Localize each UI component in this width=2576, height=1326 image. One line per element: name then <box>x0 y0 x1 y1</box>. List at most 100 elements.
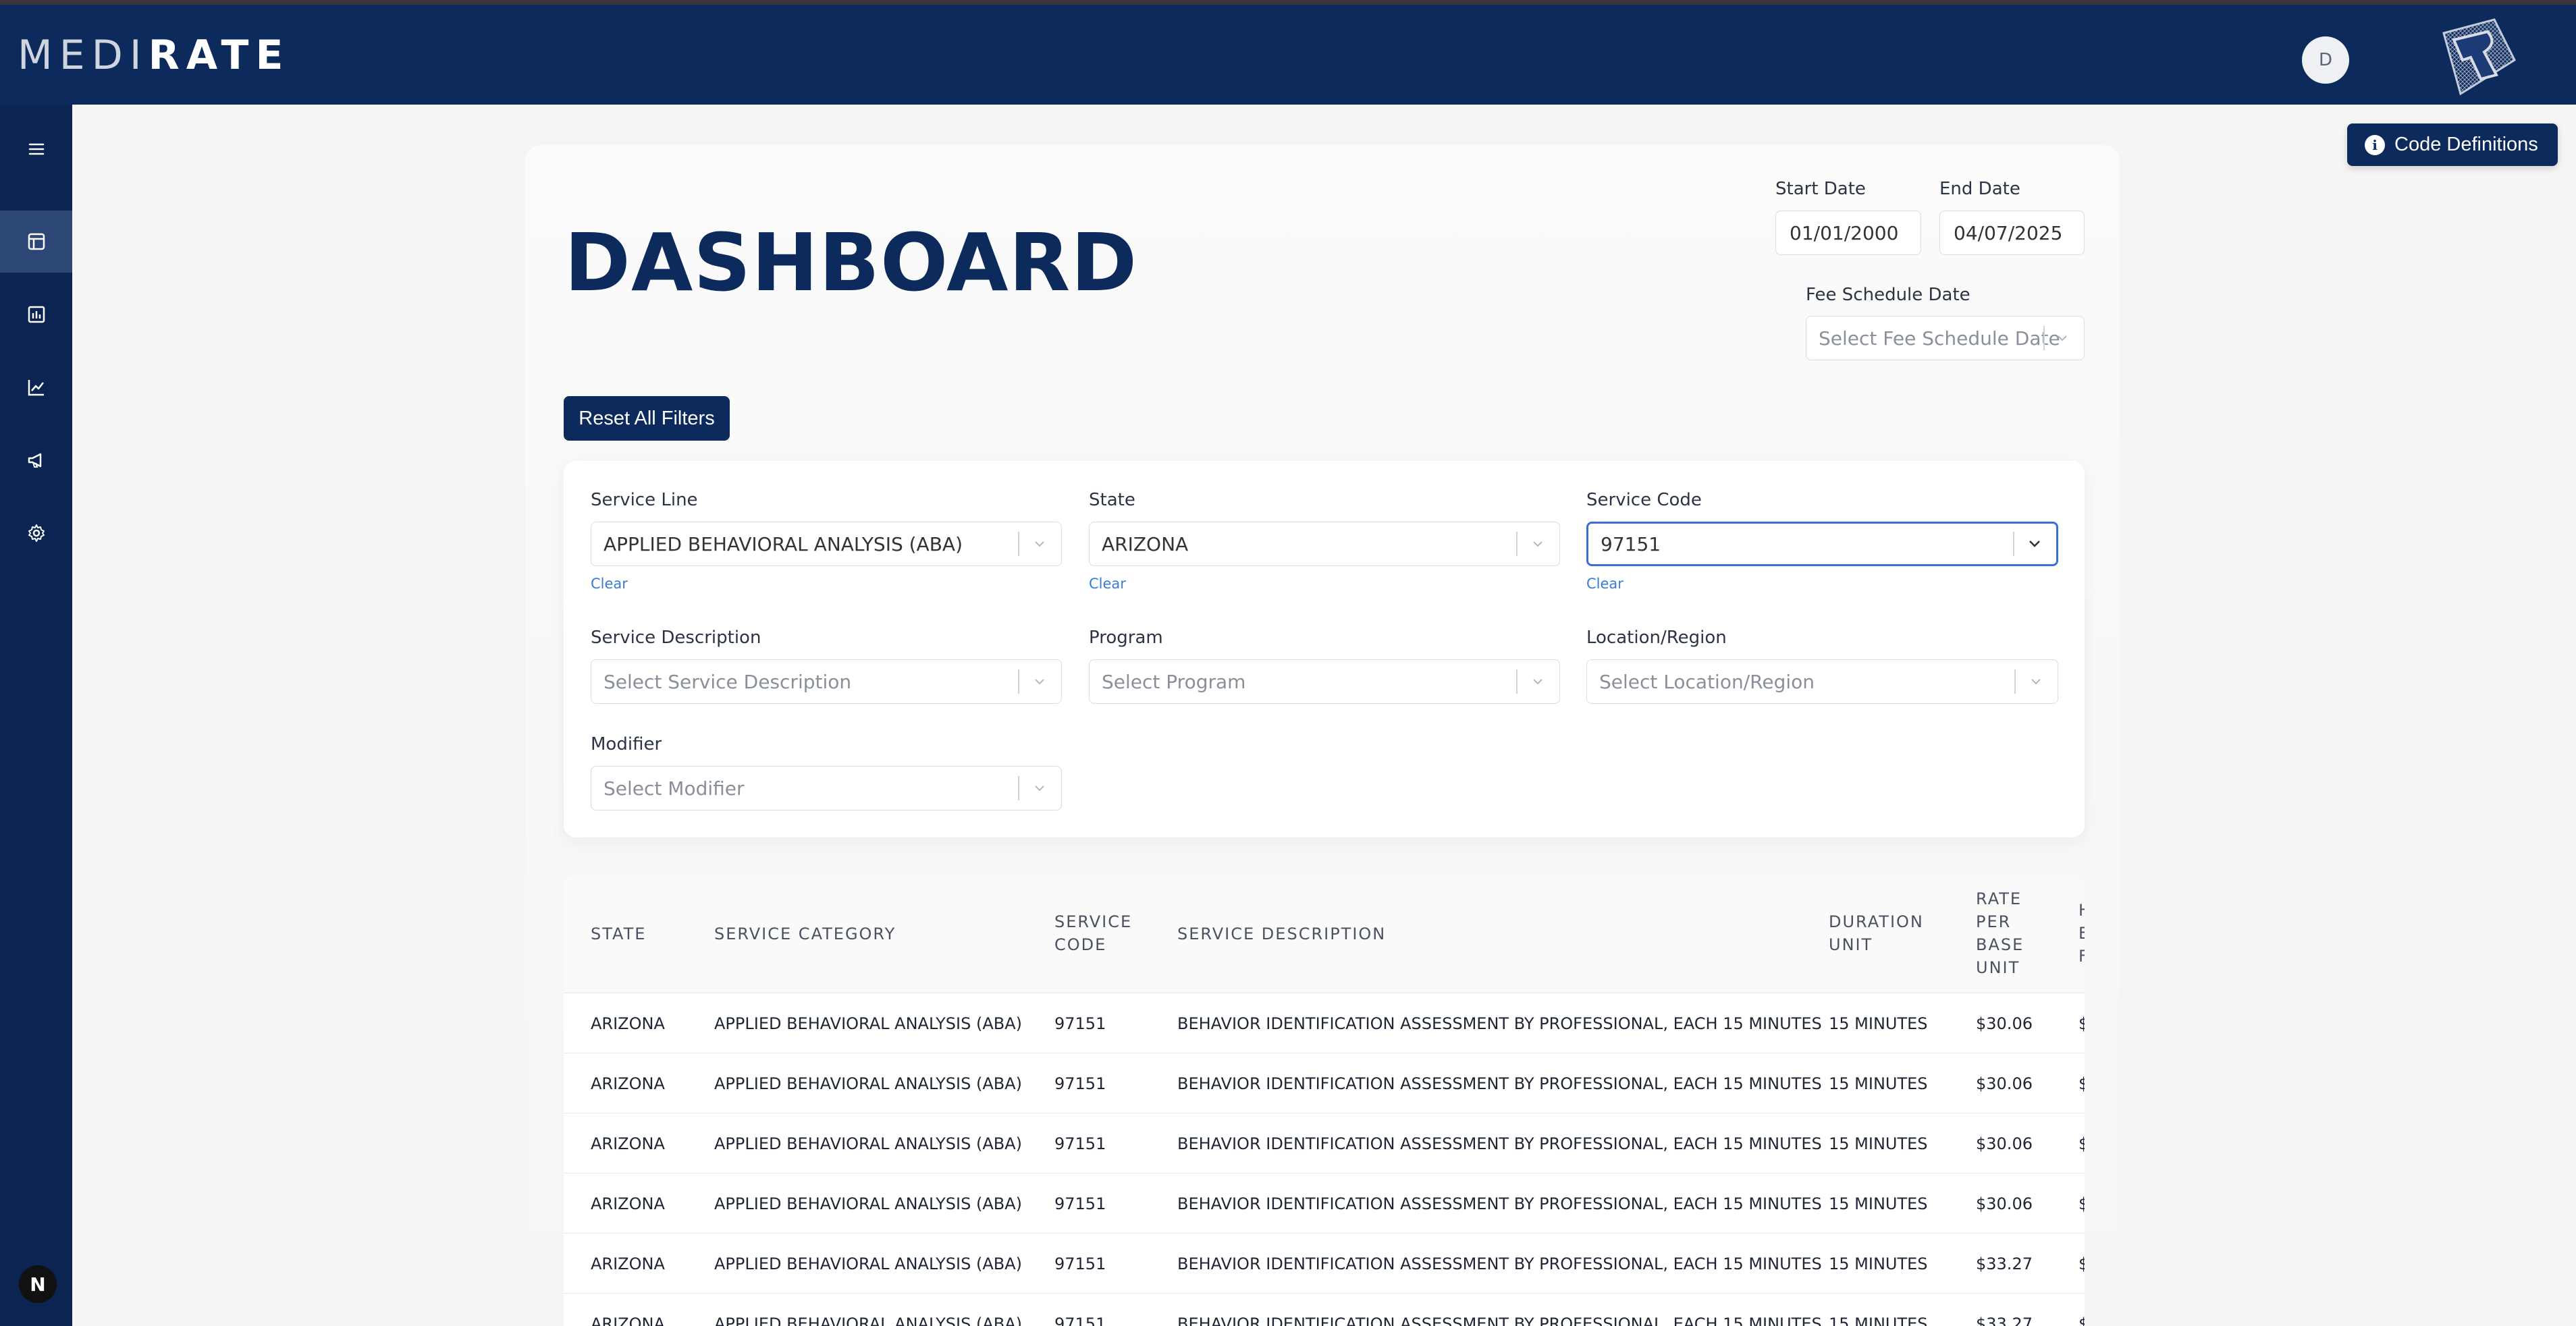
start-date-input[interactable]: 01/01/2000 <box>1775 211 1921 255</box>
sidebar-item-trends[interactable] <box>0 356 72 418</box>
header-next-line1: H <box>2078 899 2085 922</box>
service-description-label: Service Description <box>591 628 761 648</box>
service-code-clear-link[interactable]: Clear <box>1586 576 1624 592</box>
top-bar: MEDI RATE D <box>0 0 2576 105</box>
header-rate-per-base-unit[interactable]: RATE PER BASE UNIT <box>1976 887 2024 979</box>
chevron-down-icon <box>1533 679 1542 685</box>
cell-duration: 15 MINUTES <box>1829 1014 1928 1033</box>
cell-code: 97151 <box>1054 1194 1106 1213</box>
cell-state: ARIZONA <box>591 1014 665 1033</box>
state-select[interactable]: ARIZONA <box>1089 522 1560 566</box>
megaphone-icon <box>28 453 41 468</box>
header-rate-line1: RATE <box>1976 889 2022 908</box>
reset-all-filters-button[interactable]: Reset All Filters <box>564 396 730 441</box>
state-clear-link[interactable]: Clear <box>1089 576 1126 592</box>
cell-code: 97151 <box>1054 1134 1106 1153</box>
cell-code: 97151 <box>1054 1314 1106 1326</box>
cell-next: $ <box>2078 1254 2085 1273</box>
header-service-code-line1: SERVICE <box>1054 912 1133 931</box>
code-definitions-label: Code Definitions <box>2394 134 2538 155</box>
location-region-label: Location/Region <box>1586 628 1727 648</box>
cell-rate: $30.06 <box>1976 1014 2033 1033</box>
table-row[interactable]: ARIZONA APPLIED BEHAVIORAL ANALYSIS (ABA… <box>564 1234 2085 1294</box>
cell-code: 97151 <box>1054 1254 1106 1273</box>
start-date-label: Start Date <box>1775 179 1866 199</box>
cell-category: APPLIED BEHAVIORAL ANALYSIS (ABA) <box>714 1314 1022 1326</box>
cell-next: $ <box>2078 1314 2085 1326</box>
header-service-description[interactable]: SERVICE DESCRIPTION <box>1177 922 1386 945</box>
header-rate-line2: PER <box>1976 912 2012 931</box>
program-select[interactable]: Select Program <box>1089 659 1560 704</box>
brand-logo[interactable]: MEDI RATE <box>18 35 290 76</box>
service-line-select[interactable]: APPLIED BEHAVIORAL ANALYSIS (ABA) <box>591 522 1062 566</box>
service-description-select[interactable]: Select Service Description <box>591 659 1062 704</box>
service-description-placeholder: Select Service Description <box>603 670 852 693</box>
header-duration-unit[interactable]: DURATION UNIT <box>1829 910 1924 956</box>
header-duration-line2: UNIT <box>1829 935 1873 954</box>
fee-schedule-date-placeholder: Select Fee Schedule Date <box>1819 327 2060 350</box>
cell-rate: $33.27 <box>1976 1314 2033 1326</box>
cell-next: $ <box>2078 1194 2085 1213</box>
chevron-down-icon <box>1035 541 1044 547</box>
header-next-line3: F <box>2078 947 2085 966</box>
cell-category: APPLIED BEHAVIORAL ANALYSIS (ABA) <box>714 1254 1022 1273</box>
cell-rate: $30.06 <box>1976 1074 2033 1093</box>
sidebar-menu-toggle[interactable] <box>0 118 72 180</box>
cell-duration: 15 MINUTES <box>1829 1074 1928 1093</box>
chevron-down-icon <box>1035 679 1044 685</box>
service-code-label: Service Code <box>1586 490 1702 510</box>
cell-code: 97151 <box>1054 1014 1106 1033</box>
cell-description: BEHAVIOR IDENTIFICATION ASSESSMENT BY PR… <box>1177 1314 1822 1326</box>
cell-description: BEHAVIOR IDENTIFICATION ASSESSMENT BY PR… <box>1177 1194 1822 1213</box>
select-separator <box>2043 326 2045 350</box>
table-row[interactable]: ARIZONA APPLIED BEHAVIORAL ANALYSIS (ABA… <box>564 1294 2085 1326</box>
table-row[interactable]: ARIZONA APPLIED BEHAVIORAL ANALYSIS (ABA… <box>564 993 2085 1053</box>
cell-state: ARIZONA <box>591 1134 665 1153</box>
end-date-input[interactable]: 04/07/2025 <box>1939 211 2085 255</box>
header-service-code[interactable]: SERVICE CODE <box>1054 910 1132 956</box>
cell-next: $ <box>2078 1074 2085 1093</box>
service-code-select[interactable]: 97151 <box>1586 522 2058 566</box>
header-next-column[interactable]: H E F <box>2078 899 2085 968</box>
cell-state: ARIZONA <box>591 1074 665 1093</box>
select-separator <box>2014 669 2016 694</box>
end-date-label: End Date <box>1939 179 2020 199</box>
table-row[interactable]: ARIZONA APPLIED BEHAVIORAL ANALYSIS (ABA… <box>564 1053 2085 1113</box>
state-label: State <box>1089 490 1135 510</box>
code-definitions-button[interactable]: i Code Definitions <box>2347 123 2558 166</box>
modifier-label: Modifier <box>591 734 662 754</box>
sidebar: N <box>0 105 72 1326</box>
sidebar-item-settings[interactable] <box>0 502 72 564</box>
company-logo-icon <box>2442 18 2516 96</box>
select-separator <box>2013 532 2014 556</box>
sidebar-item-alerts[interactable] <box>0 429 72 491</box>
cell-code: 97151 <box>1054 1074 1106 1093</box>
cell-duration: 15 MINUTES <box>1829 1254 1928 1273</box>
info-icon: i <box>2365 134 2385 155</box>
cell-rate: $33.27 <box>1976 1254 2033 1273</box>
service-line-clear-link[interactable]: Clear <box>591 576 628 592</box>
chevron-down-icon <box>2031 679 2041 685</box>
header-service-category[interactable]: SERVICE CATEGORY <box>714 922 896 945</box>
header-state[interactable]: STATE <box>591 922 646 945</box>
cell-category: APPLIED BEHAVIORAL ANALYSIS (ABA) <box>714 1134 1022 1153</box>
brand-text-part2: RATE <box>148 32 290 79</box>
sidebar-item-reports[interactable] <box>0 283 72 346</box>
select-separator <box>1018 669 1019 694</box>
select-separator <box>1516 532 1518 556</box>
dashboard-icon <box>28 233 45 250</box>
user-avatar[interactable]: D <box>2302 36 2349 84</box>
header-rate-line3: BASE <box>1976 935 2024 954</box>
header-next-line2: E <box>2078 922 2085 945</box>
table-row[interactable]: ARIZONA APPLIED BEHAVIORAL ANALYSIS (ABA… <box>564 1113 2085 1173</box>
cell-rate: $30.06 <box>1976 1134 2033 1153</box>
sidebar-item-dashboard[interactable] <box>0 211 72 273</box>
cell-description: BEHAVIOR IDENTIFICATION ASSESSMENT BY PR… <box>1177 1014 1822 1033</box>
fee-schedule-date-select[interactable]: Select Fee Schedule Date <box>1806 316 2085 360</box>
table-row[interactable]: ARIZONA APPLIED BEHAVIORAL ANALYSIS (ABA… <box>564 1173 2085 1234</box>
framework-badge-icon[interactable]: N <box>19 1265 57 1303</box>
chevron-down-icon <box>2058 335 2067 341</box>
modifier-select[interactable]: Select Modifier <box>591 766 1062 810</box>
location-region-select[interactable]: Select Location/Region <box>1586 659 2058 704</box>
rates-table: STATE SERVICE CATEGORY SERVICE CODE SERV… <box>564 875 2085 1326</box>
